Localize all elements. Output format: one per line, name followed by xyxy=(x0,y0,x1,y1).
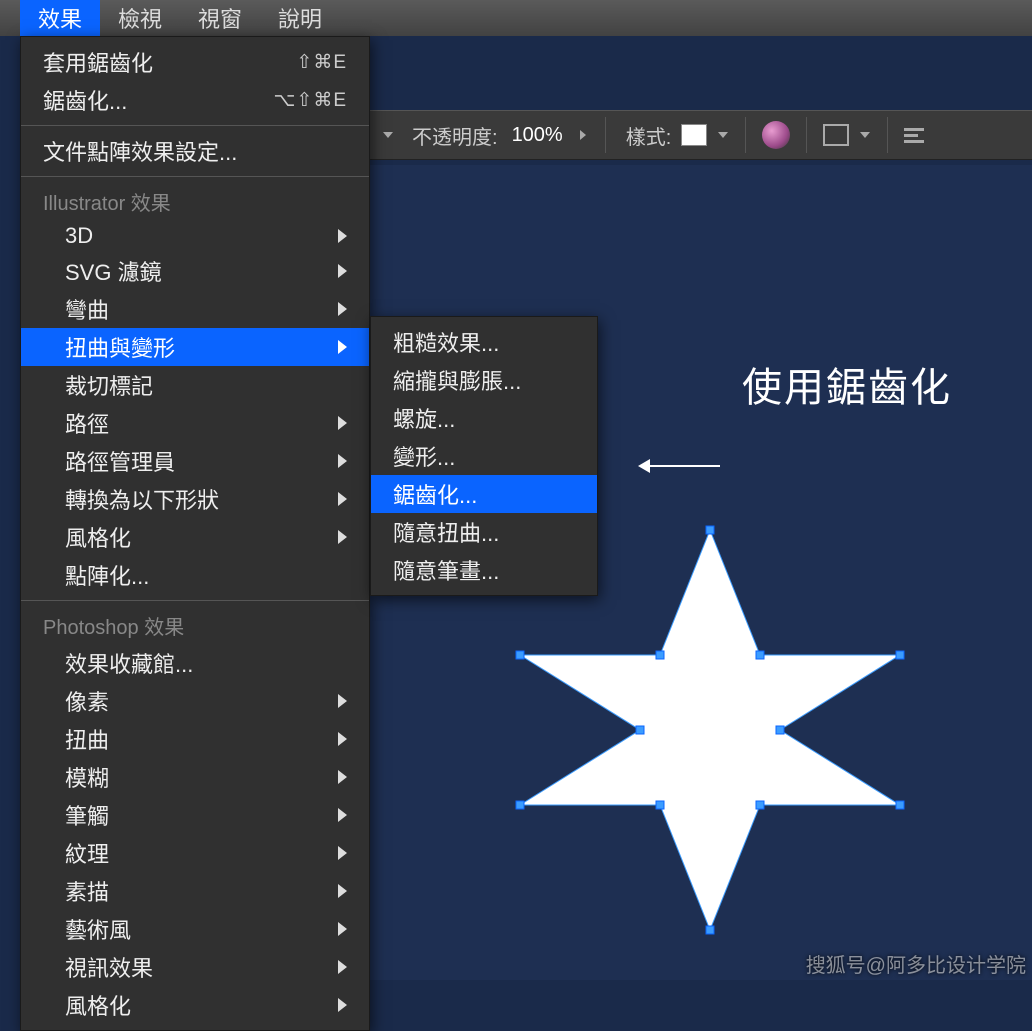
watermark: 搜狐号@阿多比设计学院 xyxy=(806,949,1026,978)
submenu-arrow-icon xyxy=(338,884,347,898)
submenu-item[interactable]: 螺旋... xyxy=(371,399,597,437)
menu-item-label: 模糊 xyxy=(65,761,109,793)
submenu-item[interactable]: 隨意筆畫... xyxy=(371,551,597,589)
menu-item[interactable]: 筆觸 xyxy=(21,796,369,834)
submenu-arrow-icon xyxy=(338,264,347,278)
chevron-down-icon[interactable] xyxy=(859,126,871,144)
menu-item[interactable]: 套用鋸齒化 ⇧⌘E xyxy=(21,43,369,81)
document-setup-icon[interactable] xyxy=(823,124,849,146)
menu-item-shortcut: ⇧⌘E xyxy=(296,51,347,74)
appearance-icon[interactable] xyxy=(762,121,790,149)
menu-item-label: 像素 xyxy=(65,685,109,717)
submenu-item[interactable]: 變形... xyxy=(371,437,597,475)
submenu-item[interactable]: 粗糙效果... xyxy=(371,323,597,361)
distort-transform-submenu: 粗糙效果...縮攏與膨脹...螺旋...變形...鋸齒化...隨意扭曲...隨意… xyxy=(370,316,598,596)
menu-item-label: 裁切標記 xyxy=(65,369,153,401)
chevron-right-icon[interactable] xyxy=(574,129,592,141)
effects-dropdown: 套用鋸齒化 ⇧⌘E 鋸齒化... ⌥⇧⌘E 文件點陣效果設定... Illustrator… xyxy=(20,36,370,1031)
menu-item-label: 文件點陣效果設定... xyxy=(43,135,237,167)
menu-item-label: 紋理 xyxy=(65,837,109,869)
annotation-text: 使用鋸齒化 xyxy=(742,355,952,413)
arrow-left-icon xyxy=(640,465,720,467)
menu-item[interactable]: 紋理 xyxy=(21,834,369,872)
style-swatch[interactable] xyxy=(681,124,707,146)
toolbar: 不透明度: 100% 樣式: xyxy=(370,110,1032,160)
menu-effects[interactable]: 效果 xyxy=(20,0,100,40)
menu-item-label: 點陣化... xyxy=(65,559,149,591)
menu-item[interactable]: 路徑管理員 xyxy=(21,442,369,480)
menu-item[interactable]: 裁切標記 xyxy=(21,366,369,404)
menu-item-label: 路徑 xyxy=(65,407,109,439)
chevron-down-icon[interactable] xyxy=(382,126,394,144)
menubar: 效果 檢視 視窗 說明 xyxy=(0,0,1032,36)
menu-item[interactable]: 像素 xyxy=(21,682,369,720)
menu-window[interactable]: 視窗 xyxy=(180,0,260,40)
submenu-arrow-icon xyxy=(338,694,347,708)
menu-item[interactable]: 藝術風 xyxy=(21,910,369,948)
submenu-arrow-icon xyxy=(338,922,347,936)
menu-item-label: 轉換為以下形狀 xyxy=(65,483,219,515)
menu-item[interactable]: 效果收藏館... xyxy=(21,644,369,682)
submenu-arrow-icon xyxy=(338,302,347,316)
menu-item-label: 扭曲與變形 xyxy=(65,331,175,363)
group-header: Photoshop 效果 xyxy=(21,607,369,644)
style-label: 樣式: xyxy=(626,121,672,150)
submenu-arrow-icon xyxy=(338,454,347,468)
menu-item-label: 藝術風 xyxy=(65,913,131,945)
menu-item[interactable]: 路徑 xyxy=(21,404,369,442)
submenu-arrow-icon xyxy=(338,770,347,784)
menu-item-label: 扭曲 xyxy=(65,723,109,755)
submenu-arrow-icon xyxy=(338,846,347,860)
menu-view[interactable]: 檢視 xyxy=(100,0,180,40)
menu-item[interactable]: 視訊效果 xyxy=(21,948,369,986)
submenu-item[interactable]: 縮攏與膨脹... xyxy=(371,361,597,399)
menu-item-label: 筆觸 xyxy=(65,799,109,831)
menu-item-label: 視訊效果 xyxy=(65,951,153,983)
submenu-arrow-icon xyxy=(338,808,347,822)
menu-item[interactable]: 點陣化... xyxy=(21,556,369,594)
menu-item-label: 風格化 xyxy=(65,989,131,1021)
opacity-value[interactable]: 100% xyxy=(512,124,563,147)
menu-help[interactable]: 說明 xyxy=(260,0,340,40)
menu-item-label: 彎曲 xyxy=(65,293,109,325)
menu-item-label: 效果收藏館... xyxy=(65,647,193,679)
menu-item[interactable]: 素描 xyxy=(21,872,369,910)
menu-item[interactable]: 文件點陣效果設定... xyxy=(21,132,369,170)
submenu-arrow-icon xyxy=(338,416,347,430)
submenu-arrow-icon xyxy=(338,340,347,354)
group-header: Illustrator 效果 xyxy=(21,183,369,220)
submenu-item[interactable]: 鋸齒化... xyxy=(371,475,597,513)
menu-item[interactable]: 彎曲 xyxy=(21,290,369,328)
submenu-arrow-icon xyxy=(338,998,347,1012)
menu-item-label: SVG 濾鏡 xyxy=(65,255,162,287)
menu-item[interactable]: 轉換為以下形狀 xyxy=(21,480,369,518)
menu-item[interactable]: 風格化 xyxy=(21,986,369,1024)
menu-item-shortcut: ⌥⇧⌘E xyxy=(274,89,348,112)
menu-item-label: 風格化 xyxy=(65,521,131,553)
menu-item[interactable]: 扭曲與變形 xyxy=(21,328,369,366)
menu-item-label: 套用鋸齒化 xyxy=(43,46,153,78)
submenu-arrow-icon xyxy=(338,960,347,974)
align-icon[interactable] xyxy=(904,128,924,143)
menu-item-label: 鋸齒化... xyxy=(43,84,127,116)
submenu-arrow-icon xyxy=(338,732,347,746)
submenu-item[interactable]: 隨意扭曲... xyxy=(371,513,597,551)
menu-item[interactable]: SVG 濾鏡 xyxy=(21,252,369,290)
submenu-arrow-icon xyxy=(338,492,347,506)
menu-item[interactable]: 3D xyxy=(21,220,369,252)
opacity-label: 不透明度: xyxy=(412,121,498,150)
submenu-arrow-icon xyxy=(338,530,347,544)
menu-item[interactable]: 模糊 xyxy=(21,758,369,796)
chevron-down-icon[interactable] xyxy=(717,126,729,144)
menu-item[interactable]: 鋸齒化... ⌥⇧⌘E xyxy=(21,81,369,119)
menu-item-label: 素描 xyxy=(65,875,109,907)
submenu-arrow-icon xyxy=(338,229,347,243)
menu-item-label: 3D xyxy=(65,223,93,249)
menu-item[interactable]: 風格化 xyxy=(21,518,369,556)
menu-item[interactable]: 扭曲 xyxy=(21,720,369,758)
menu-item-label: 路徑管理員 xyxy=(65,445,175,477)
